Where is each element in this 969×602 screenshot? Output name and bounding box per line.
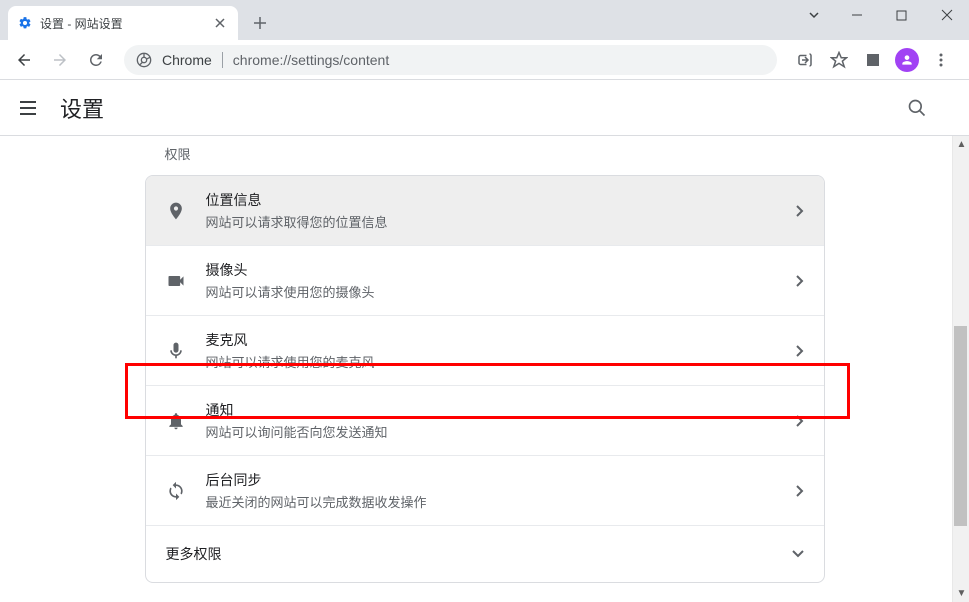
close-icon[interactable] <box>212 15 228 31</box>
extensions-icon[interactable] <box>857 44 889 76</box>
chevron-right-icon <box>796 485 804 497</box>
row-desc: 网站可以询问能否向您发送通知 <box>206 422 776 441</box>
chevron-right-icon <box>796 275 804 287</box>
row-title: 麦克风 <box>206 330 776 350</box>
chevron-right-icon <box>796 205 804 217</box>
row-title: 通知 <box>206 400 776 420</box>
setting-row-notifications[interactable]: 通知 网站可以询问能否向您发送通知 <box>146 385 824 455</box>
divider <box>222 52 223 68</box>
settings-header: 设置 <box>0 80 969 136</box>
menu-icon[interactable] <box>925 44 957 76</box>
chrome-icon <box>136 52 152 68</box>
section-label-content: 内容 <box>145 583 825 602</box>
row-title: 后台同步 <box>206 470 776 490</box>
new-tab-button[interactable] <box>246 9 274 37</box>
section-label-permissions: 权限 <box>145 136 825 175</box>
row-desc: 网站可以请求使用您的麦克风 <box>206 352 776 371</box>
omnibox-url: chrome://settings/content <box>233 52 389 68</box>
scrollbar-thumb[interactable] <box>954 326 967 526</box>
share-icon[interactable] <box>789 44 821 76</box>
scrollbar[interactable]: ▲ ▼ <box>952 136 969 602</box>
more-permissions-expander[interactable]: 更多权限 <box>146 525 824 582</box>
window-maximize-button[interactable] <box>879 0 924 30</box>
chevron-right-icon <box>796 345 804 357</box>
back-button[interactable] <box>8 44 40 76</box>
row-title: 摄像头 <box>206 260 776 280</box>
forward-button <box>44 44 76 76</box>
camera-icon <box>166 271 186 291</box>
setting-row-camera[interactable]: 摄像头 网站可以请求使用您的摄像头 <box>146 245 824 315</box>
microphone-icon <box>166 341 186 361</box>
content-area: 权限 位置信息 网站可以请求取得您的位置信息 <box>0 136 969 602</box>
row-title: 位置信息 <box>206 190 776 210</box>
search-icon[interactable] <box>905 96 929 120</box>
row-desc: 最近关闭的网站可以完成数据收发操作 <box>206 492 776 511</box>
browser-tab[interactable]: 设置 - 网站设置 <box>8 6 238 40</box>
profile-avatar[interactable] <box>891 44 923 76</box>
setting-row-microphone[interactable]: 麦克风 网站可以请求使用您的麦克风 <box>146 315 824 385</box>
chevron-down-icon[interactable] <box>794 0 834 30</box>
reload-button[interactable] <box>80 44 112 76</box>
gear-icon <box>18 16 32 30</box>
tab-title: 设置 - 网站设置 <box>40 15 204 32</box>
omnibox-app-label: Chrome <box>162 52 212 68</box>
scrollbar-up-arrow[interactable]: ▲ <box>953 136 969 153</box>
chevron-right-icon <box>796 415 804 427</box>
setting-row-background-sync[interactable]: 后台同步 最近关闭的网站可以完成数据收发操作 <box>146 455 824 525</box>
browser-toolbar: Chrome chrome://settings/content <box>0 40 969 80</box>
bell-icon <box>166 411 186 431</box>
browser-titlebar: 设置 - 网站设置 <box>0 0 969 40</box>
sync-icon <box>166 481 186 501</box>
row-desc: 网站可以请求取得您的位置信息 <box>206 212 776 231</box>
hamburger-menu-icon[interactable] <box>16 96 40 120</box>
chevron-down-icon <box>792 545 804 563</box>
address-bar[interactable]: Chrome chrome://settings/content <box>124 45 777 75</box>
location-icon <box>166 201 186 221</box>
page-title: 设置 <box>60 92 104 124</box>
expand-label: 更多权限 <box>166 544 222 564</box>
setting-row-location[interactable]: 位置信息 网站可以请求取得您的位置信息 <box>146 176 824 245</box>
bookmark-icon[interactable] <box>823 44 855 76</box>
scrollbar-down-arrow[interactable]: ▼ <box>953 585 969 602</box>
window-minimize-button[interactable] <box>834 0 879 30</box>
window-close-button[interactable] <box>924 0 969 30</box>
row-desc: 网站可以请求使用您的摄像头 <box>206 282 776 301</box>
avatar-icon <box>895 48 919 72</box>
permissions-card: 位置信息 网站可以请求取得您的位置信息 摄像头 网站可以请求使用您的摄像头 <box>145 175 825 583</box>
